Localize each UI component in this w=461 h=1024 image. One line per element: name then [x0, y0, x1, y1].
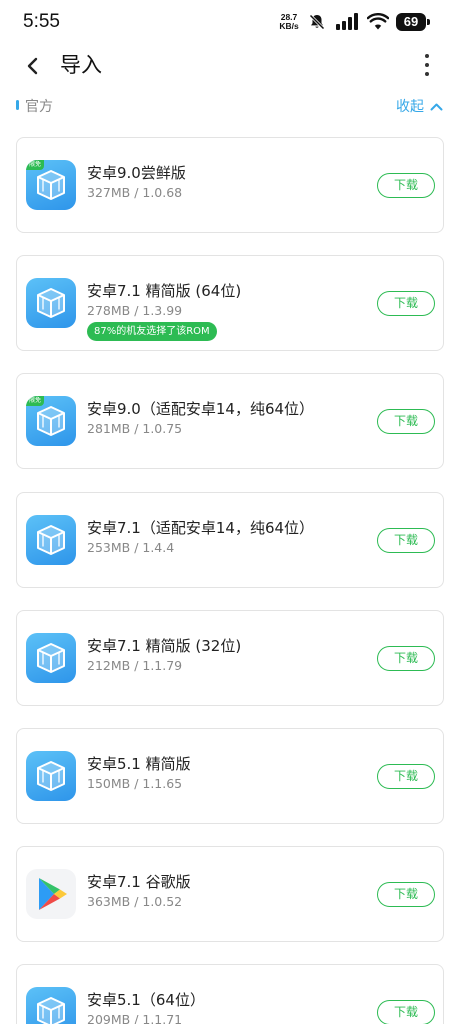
download-button[interactable]: 下载 [377, 1000, 435, 1024]
battery-indicator: 69 [396, 13, 430, 31]
status-bar: 5:55 28.7 KB/s 69 [0, 0, 461, 44]
rom-title: 安卓7.1 精简版 (64位) [87, 282, 242, 300]
rom-title: 安卓9.0（适配安卓14，纯64位） [87, 400, 315, 418]
rom-size-version: 253MB / 1.4.4 [87, 540, 175, 555]
download-button[interactable]: 下载 [377, 291, 435, 316]
google-play-icon [26, 869, 76, 919]
rom-title: 安卓7.1（适配安卓14，纯64位） [87, 519, 315, 537]
download-button[interactable]: 下载 [377, 764, 435, 789]
collapse-label: 收起 [396, 99, 424, 115]
more-vertical-icon [425, 54, 429, 58]
vm-cube-icon [26, 633, 76, 683]
back-button[interactable] [18, 50, 48, 82]
free-badge: 限免 [26, 160, 44, 170]
rom-size-version: 150MB / 1.1.65 [87, 776, 183, 791]
rom-size-version: 327MB / 1.0.68 [87, 185, 183, 200]
rom-size-version: 278MB / 1.3.99 [87, 303, 183, 318]
free-badge: 限免 [26, 396, 44, 406]
download-button[interactable]: 下载 [377, 173, 435, 198]
signal-icon [336, 13, 358, 30]
rom-title: 安卓7.1 精简版 (32位) [87, 637, 242, 655]
rom-size-version: 363MB / 1.0.52 [87, 894, 183, 909]
vm-cube-icon [26, 278, 76, 328]
section-label: 官方 [25, 99, 53, 115]
rom-card[interactable]: 安卓7.1 精简版 (32位) 212MB / 1.1.79 下载 [16, 610, 444, 706]
vm-cube-icon [26, 987, 76, 1024]
rom-card[interactable]: 安卓7.1 精简版 (64位) 278MB / 1.3.99 87%的机友选择了该R… [16, 255, 444, 351]
vm-cube-icon: 限免 [26, 160, 76, 210]
vm-cube-icon [26, 515, 76, 565]
network-speed-unit: KB/s [279, 21, 299, 31]
page-title: 导入 [60, 53, 102, 77]
wifi-icon [367, 13, 389, 30]
rom-title: 安卓7.1 谷歌版 [87, 873, 191, 891]
collapse-button[interactable]: 收起 [396, 96, 443, 116]
download-button[interactable]: 下载 [377, 528, 435, 553]
rom-card[interactable]: 安卓7.1（适配安卓14，纯64位） 253MB / 1.4.4 下载 [16, 492, 444, 588]
rom-title: 安卓9.0尝鲜版 [87, 164, 186, 182]
section-accent-bar [16, 100, 19, 110]
chevron-left-icon [27, 57, 38, 75]
popularity-tag: 87%的机友选择了该ROM [87, 322, 217, 341]
download-button[interactable]: 下载 [377, 882, 435, 907]
download-button[interactable]: 下载 [377, 646, 435, 671]
rom-card[interactable]: 限免 安卓9.0尝鲜版 327MB / 1.0.68 下载 [16, 137, 444, 233]
rom-card[interactable]: 限免 安卓9.0（适配安卓14，纯64位） 281MB / 1.0.75 下载 [16, 373, 444, 469]
top-app-bar: 导入 [0, 44, 461, 88]
status-time: 5:55 [23, 11, 60, 32]
vm-cube-icon [26, 751, 76, 801]
rom-title: 安卓5.1（64位） [87, 991, 205, 1009]
rom-card[interactable]: 安卓5.1 精简版 150MB / 1.1.65 下载 [16, 728, 444, 824]
rom-size-version: 281MB / 1.0.75 [87, 421, 183, 436]
mute-bell-icon [309, 14, 325, 30]
rom-size-version: 209MB / 1.1.71 [87, 1012, 183, 1024]
rom-title: 安卓5.1 精简版 [87, 755, 191, 773]
rom-card[interactable]: 安卓7.1 谷歌版 363MB / 1.0.52 下载 [16, 846, 444, 942]
download-button[interactable]: 下载 [377, 409, 435, 434]
more-options-button[interactable] [414, 48, 440, 82]
section-header-official: 官方 收起 [0, 94, 461, 120]
vm-cube-icon: 限免 [26, 396, 76, 446]
rom-card[interactable]: 安卓5.1（64位） 209MB / 1.1.71 下载 [16, 964, 444, 1024]
chevron-up-icon [430, 103, 443, 110]
network-speed: 28.7 KB/s [278, 13, 300, 31]
rom-size-version: 212MB / 1.1.79 [87, 658, 183, 673]
